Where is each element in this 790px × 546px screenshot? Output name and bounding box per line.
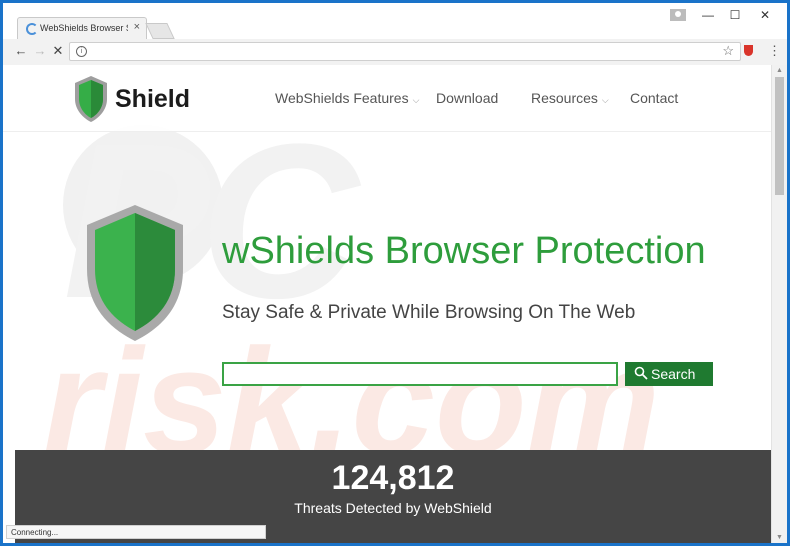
threat-count-label: Threats Detected by WebShield [294, 500, 492, 516]
browser-menu-icon[interactable]: ⋮ [768, 44, 781, 57]
tab-close-icon[interactable]: × [134, 21, 140, 33]
bookmark-star-icon[interactable]: ☆ [722, 43, 734, 59]
close-window-button[interactable]: ✕ [755, 8, 775, 22]
loading-spinner-icon [26, 23, 38, 35]
maximize-button[interactable]: ☐ [725, 8, 745, 22]
scroll-thumb[interactable] [775, 77, 784, 195]
nav-item-download[interactable]: Download [436, 90, 498, 106]
nav-item-label: Contact [630, 90, 679, 106]
browser-tab[interactable]: WebShields Browser Sec × [17, 17, 147, 39]
search-input[interactable] [222, 362, 618, 386]
hero-shield-icon [87, 205, 183, 341]
tab-title: WebShields Browser Sec [40, 23, 128, 33]
nav-item-resources[interactable]: Resources ⌵ [531, 90, 609, 106]
threat-count: 124,812 [331, 459, 455, 497]
back-button[interactable]: ← [13, 43, 29, 58]
status-bar: Connecting... [6, 525, 266, 539]
browser-window: WebShields Browser Sec × — ☐ ✕ ← → ✕ i ☆… [3, 3, 787, 543]
new-tab-button[interactable] [145, 23, 175, 39]
search-icon [634, 366, 648, 380]
web-page: PC risk.com Shield WebShields Features ⌵ … [3, 65, 771, 543]
nav-item-contact[interactable]: Contact [630, 90, 678, 106]
logo-text[interactable]: Shield [115, 85, 190, 114]
nav-item-label: WebShields Features [275, 90, 409, 106]
chevron-down-icon: ⌵ [601, 95, 609, 105]
page-scrollbar[interactable]: ▲ ▼ [771, 65, 787, 543]
nav-item-webshields-features[interactable]: WebShields Features ⌵ [275, 90, 419, 106]
browser-toolbar: ← → ✕ i ☆ ⋮ [3, 39, 787, 66]
scroll-up-arrow-icon[interactable]: ▲ [776, 67, 783, 74]
search-button[interactable]: Search [625, 362, 713, 386]
profile-icon[interactable] [670, 9, 686, 21]
info-icon[interactable]: i [76, 46, 87, 57]
nav-item-label: Resources [531, 90, 598, 106]
extension-shield-icon[interactable] [744, 45, 753, 56]
stop-loading-button[interactable]: ✕ [50, 43, 66, 59]
tab-strip: WebShields Browser Sec × — ☐ ✕ [3, 3, 787, 39]
minimize-button[interactable]: — [698, 8, 718, 22]
site-header: Shield WebShields Features ⌵ Download Res… [3, 65, 771, 132]
hero-title: wShields Browser Protection [222, 230, 706, 272]
address-bar[interactable]: i ☆ [69, 42, 741, 61]
nav-item-label: Download [436, 90, 499, 106]
search-button-label: Search [651, 366, 696, 382]
chevron-down-icon: ⌵ [412, 95, 420, 105]
scroll-down-arrow-icon[interactable]: ▼ [776, 534, 783, 541]
hero-subtitle: Stay Safe & Private While Browsing On Th… [222, 302, 636, 323]
logo-shield-icon[interactable] [73, 75, 109, 123]
forward-button[interactable]: → [32, 43, 48, 58]
